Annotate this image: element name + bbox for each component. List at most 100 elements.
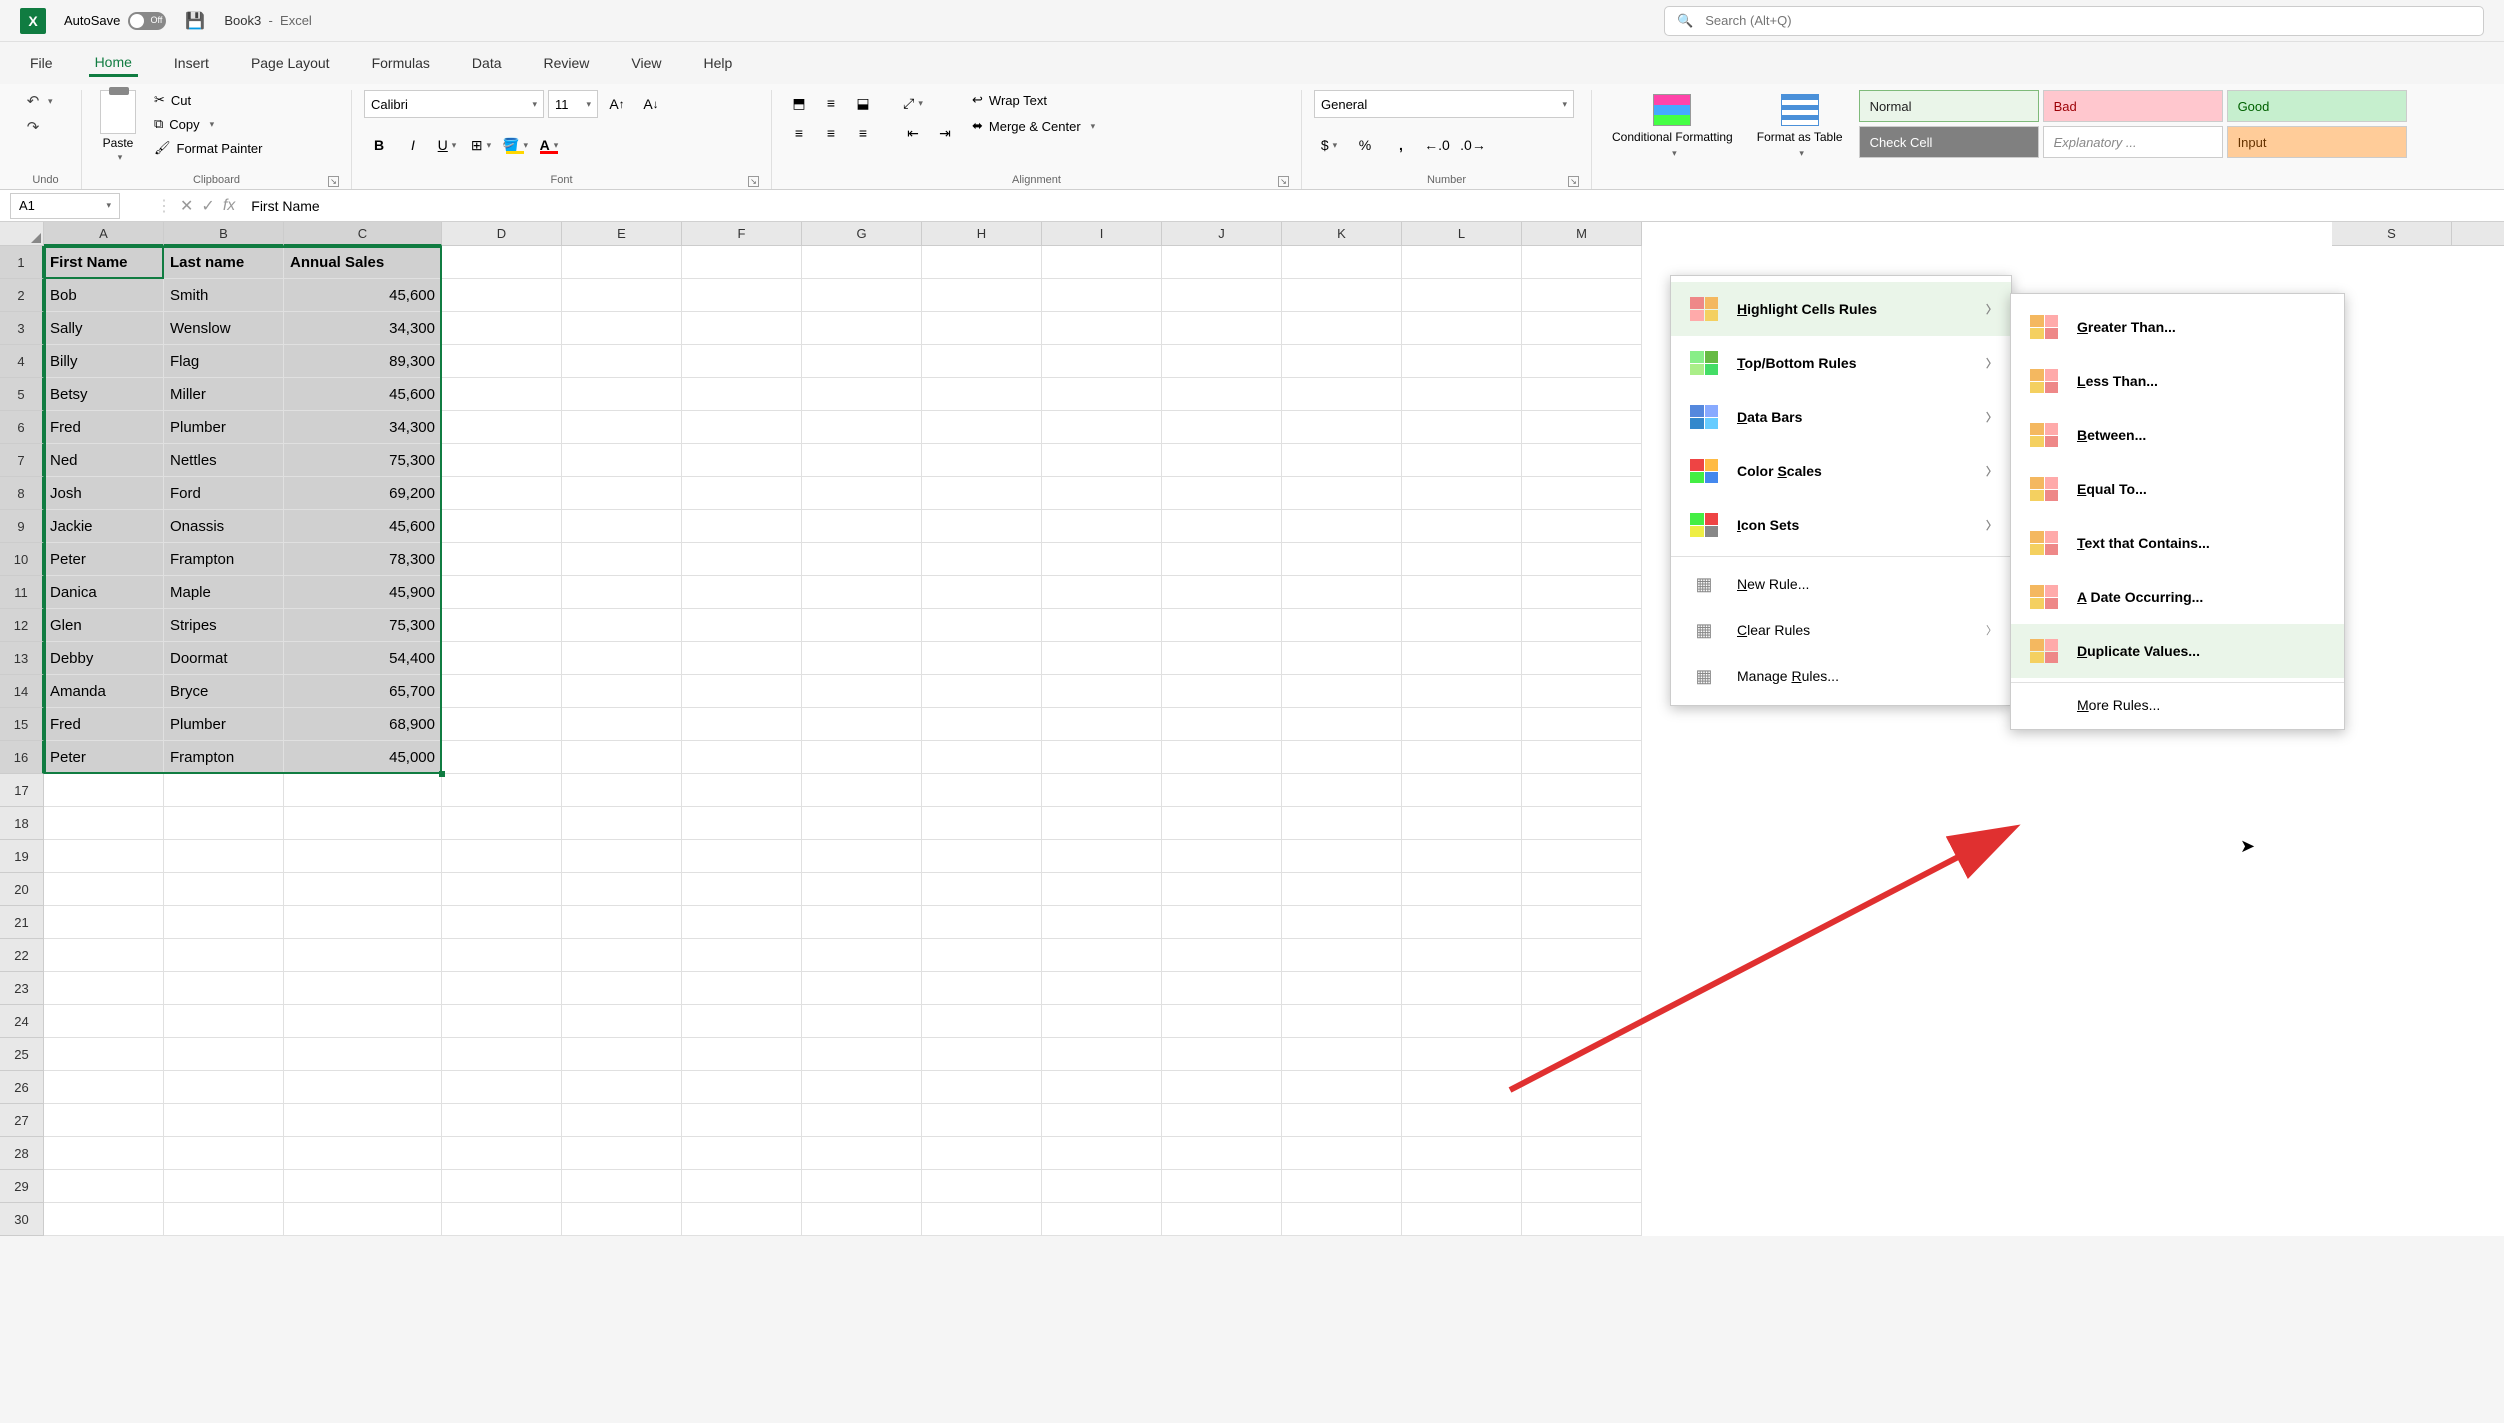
cell-D19[interactable] xyxy=(442,840,562,873)
undo-button[interactable]: ↶ xyxy=(22,90,44,112)
enter-icon[interactable]: ✓ xyxy=(201,196,214,216)
cell-M25[interactable] xyxy=(1522,1038,1642,1071)
cell-I21[interactable] xyxy=(1042,906,1162,939)
col-header-F[interactable]: F xyxy=(682,222,802,246)
tab-file[interactable]: File xyxy=(24,51,59,75)
cell-H26[interactable] xyxy=(922,1071,1042,1104)
cell-J23[interactable] xyxy=(1162,972,1282,1005)
cell-A15[interactable]: Fred xyxy=(44,708,164,741)
cell-H28[interactable] xyxy=(922,1137,1042,1170)
cell-M26[interactable] xyxy=(1522,1071,1642,1104)
cell-E25[interactable] xyxy=(562,1038,682,1071)
cell-B13[interactable]: Doormat xyxy=(164,642,284,675)
cell-H24[interactable] xyxy=(922,1005,1042,1038)
cell-A17[interactable] xyxy=(44,774,164,807)
decrease-decimal-button[interactable]: .0→ xyxy=(1458,132,1488,158)
cell-B11[interactable]: Maple xyxy=(164,576,284,609)
row-header-18[interactable]: 18 xyxy=(0,807,44,840)
number-dialog-launcher[interactable]: ↘ xyxy=(1568,176,1579,187)
row-header-10[interactable]: 10 xyxy=(0,543,44,576)
cell-C8[interactable]: 69,200 xyxy=(284,477,442,510)
cell-I24[interactable] xyxy=(1042,1005,1162,1038)
menu-item-top-bottom-rules[interactable]: Top/Bottom Rules〉 xyxy=(1671,336,2011,390)
cell-I19[interactable] xyxy=(1042,840,1162,873)
cell-H6[interactable] xyxy=(922,411,1042,444)
cell-F6[interactable] xyxy=(682,411,802,444)
col-header-H[interactable]: H xyxy=(922,222,1042,246)
cell-D10[interactable] xyxy=(442,543,562,576)
cell-A13[interactable]: Debby xyxy=(44,642,164,675)
cell-I17[interactable] xyxy=(1042,774,1162,807)
cell-J18[interactable] xyxy=(1162,807,1282,840)
row-header-23[interactable]: 23 xyxy=(0,972,44,1005)
cell-B29[interactable] xyxy=(164,1170,284,1203)
tab-insert[interactable]: Insert xyxy=(168,51,215,75)
cell-C25[interactable] xyxy=(284,1038,442,1071)
col-header-T[interactable]: T xyxy=(2452,222,2504,246)
toggle-switch[interactable]: Off xyxy=(128,12,166,30)
cell-I27[interactable] xyxy=(1042,1104,1162,1137)
decrease-font-button[interactable]: A↓ xyxy=(636,91,666,117)
cell-K19[interactable] xyxy=(1282,840,1402,873)
orientation-button[interactable]: ⤢▾ xyxy=(898,90,928,116)
cell-J17[interactable] xyxy=(1162,774,1282,807)
cell-L6[interactable] xyxy=(1402,411,1522,444)
tab-help[interactable]: Help xyxy=(698,51,739,75)
cell-J15[interactable] xyxy=(1162,708,1282,741)
paste-button[interactable]: Paste ▾ xyxy=(94,90,142,163)
cell-A10[interactable]: Peter xyxy=(44,543,164,576)
copy-button[interactable]: ⧉Copy▾ xyxy=(150,114,267,134)
cell-M2[interactable] xyxy=(1522,279,1642,312)
cell-M23[interactable] xyxy=(1522,972,1642,1005)
decrease-indent-button[interactable]: ⇤ xyxy=(898,120,928,146)
cell-F21[interactable] xyxy=(682,906,802,939)
cell-L10[interactable] xyxy=(1402,543,1522,576)
cell-C3[interactable]: 34,300 xyxy=(284,312,442,345)
cell-D29[interactable] xyxy=(442,1170,562,1203)
cell-H20[interactable] xyxy=(922,873,1042,906)
cell-L26[interactable] xyxy=(1402,1071,1522,1104)
col-header-L[interactable]: L xyxy=(1402,222,1522,246)
cell-A6[interactable]: Fred xyxy=(44,411,164,444)
cell-M8[interactable] xyxy=(1522,477,1642,510)
align-left-button[interactable]: ≡ xyxy=(784,120,814,146)
cell-M14[interactable] xyxy=(1522,675,1642,708)
cell-J25[interactable] xyxy=(1162,1038,1282,1071)
cell-B20[interactable] xyxy=(164,873,284,906)
menu-item-highlight-cells-rules[interactable]: Highlight Cells Rules〉 xyxy=(1671,282,2011,336)
cell-C13[interactable]: 54,400 xyxy=(284,642,442,675)
cell-G18[interactable] xyxy=(802,807,922,840)
cell-A29[interactable] xyxy=(44,1170,164,1203)
cell-C17[interactable] xyxy=(284,774,442,807)
cell-H1[interactable] xyxy=(922,246,1042,279)
cell-K8[interactable] xyxy=(1282,477,1402,510)
cell-K25[interactable] xyxy=(1282,1038,1402,1071)
cell-D8[interactable] xyxy=(442,477,562,510)
cell-B24[interactable] xyxy=(164,1005,284,1038)
cell-A20[interactable] xyxy=(44,873,164,906)
cell-E20[interactable] xyxy=(562,873,682,906)
cell-A27[interactable] xyxy=(44,1104,164,1137)
row-header-24[interactable]: 24 xyxy=(0,1005,44,1038)
cell-E30[interactable] xyxy=(562,1203,682,1236)
redo-button[interactable]: ↷ xyxy=(22,116,44,138)
cell-J3[interactable] xyxy=(1162,312,1282,345)
cell-B22[interactable] xyxy=(164,939,284,972)
cell-G19[interactable] xyxy=(802,840,922,873)
cell-I3[interactable] xyxy=(1042,312,1162,345)
cell-C19[interactable] xyxy=(284,840,442,873)
fill-handle[interactable] xyxy=(439,771,445,777)
cell-E16[interactable] xyxy=(562,741,682,774)
cell-B15[interactable]: Plumber xyxy=(164,708,284,741)
cell-B28[interactable] xyxy=(164,1137,284,1170)
cell-B12[interactable]: Stripes xyxy=(164,609,284,642)
cell-L14[interactable] xyxy=(1402,675,1522,708)
align-top-button[interactable]: ⬒ xyxy=(784,90,814,116)
cell-B30[interactable] xyxy=(164,1203,284,1236)
cell-M1[interactable] xyxy=(1522,246,1642,279)
cell-E26[interactable] xyxy=(562,1071,682,1104)
cell-H27[interactable] xyxy=(922,1104,1042,1137)
tab-view[interactable]: View xyxy=(625,51,667,75)
cell-D18[interactable] xyxy=(442,807,562,840)
font-name-dropdown[interactable]: Calibri▾ xyxy=(364,90,544,118)
